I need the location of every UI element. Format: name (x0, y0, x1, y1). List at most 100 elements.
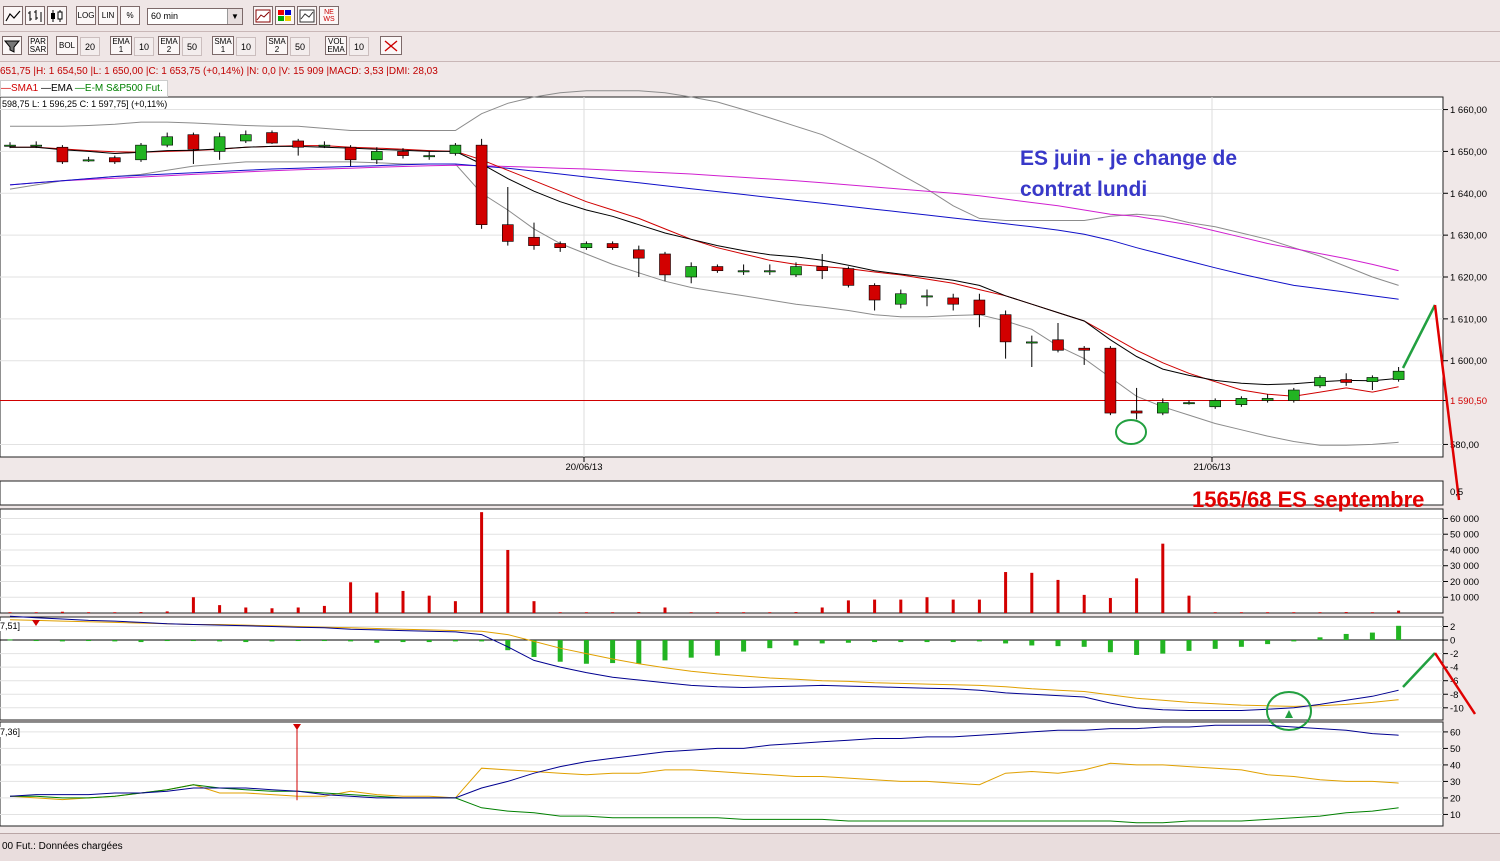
percent-button[interactable]: % (120, 6, 140, 25)
x-tick-label-1: 20/06/13 (566, 462, 603, 473)
compare-chart-icon[interactable] (297, 6, 317, 25)
candle-bull (1261, 398, 1274, 401)
sma1-period-field[interactable]: 10 (236, 37, 256, 56)
parsar-label: PAR SAR (29, 36, 47, 54)
macd-histogram-bar (688, 640, 694, 658)
bol-period-field[interactable]: 20 (80, 37, 100, 56)
volume-bar (611, 612, 615, 613)
candle-bear (292, 140, 305, 148)
macd-histogram-bar (1134, 640, 1140, 655)
volume-bar (165, 611, 169, 613)
macd-histogram-bar (714, 640, 720, 656)
sma1-button[interactable]: SMA 1 (212, 36, 234, 55)
macd-histogram-bar (531, 640, 537, 657)
parsar-button[interactable]: PAR SAR (28, 36, 48, 55)
ema1-period-field[interactable]: 10 (134, 37, 154, 56)
candle-bear (475, 144, 488, 225)
macd-histogram-bar (845, 640, 851, 643)
candle-bear (816, 266, 829, 272)
candle-bear (973, 299, 986, 315)
volume-bar (34, 612, 38, 613)
candlestick-icon[interactable] (47, 6, 67, 25)
ema2-button[interactable]: EMA 2 (158, 36, 180, 55)
dmi-axis-tick-label: 30 (1450, 777, 1461, 788)
candle-bull (161, 136, 173, 146)
news-icon[interactable]: NE WS (319, 6, 339, 25)
volume-bar (506, 549, 510, 613)
candle-bear (344, 146, 357, 161)
volume-bar (1344, 612, 1348, 613)
filter-icon[interactable] (2, 36, 22, 55)
volume-bar (1004, 572, 1008, 613)
legend-ema: EMA (51, 83, 73, 94)
candle-bull (1157, 402, 1169, 414)
lin-button[interactable]: LIN (98, 6, 118, 25)
color-palette-icon[interactable] (275, 6, 295, 25)
volume-bar (558, 612, 562, 613)
macd-histogram-bar (557, 640, 563, 662)
volume-bar (1318, 612, 1322, 613)
volume-bar (191, 597, 195, 613)
macd-histogram-bar (164, 640, 170, 642)
macd-histogram-bar (741, 640, 747, 652)
sma2-period-field[interactable]: 50 (290, 37, 310, 56)
volema-period-field[interactable]: 10 (349, 37, 369, 56)
sma1-period-value: 10 (240, 41, 251, 52)
candle-bear (501, 224, 514, 242)
chart-settings-icon[interactable] (253, 6, 273, 25)
candle-bull (1288, 389, 1300, 401)
candle-bull (1392, 370, 1405, 380)
legend-marker-sma: — (1, 83, 11, 94)
dmi-axis-tick-label: 60 (1450, 727, 1461, 738)
candle-bear (868, 285, 881, 301)
candle-bear (606, 243, 619, 248)
candle-bear (1340, 379, 1352, 383)
sma2-button[interactable]: SMA 2 (266, 36, 288, 55)
candle-bull (30, 144, 43, 147)
macd-histogram-bar (636, 640, 642, 664)
candle-bull (1026, 341, 1038, 344)
macd-histogram-bar (976, 640, 982, 642)
candle-bull (4, 144, 16, 147)
volume-bar (427, 595, 431, 613)
volume-bar (453, 601, 457, 613)
status-bar: 00 Fut.: Données chargées (0, 833, 1500, 861)
volume-bar (899, 599, 903, 613)
macd-histogram-bar (217, 640, 223, 642)
draw-tool-icon[interactable] (380, 36, 402, 55)
news-label: NE WS (323, 8, 335, 23)
volema-button[interactable]: VOL EMA (325, 36, 347, 55)
candle-bull (240, 134, 252, 142)
chevron-down-icon[interactable]: ▼ (227, 9, 242, 24)
volume-axis-tick-label: 10 000 (1450, 593, 1479, 604)
candle-bear (187, 134, 200, 150)
ema1-button[interactable]: EMA 1 (110, 36, 132, 55)
macd-histogram-bar (1029, 640, 1035, 646)
candle-bull (423, 155, 436, 158)
candle-bull (213, 136, 226, 152)
macd-histogram-bar (505, 640, 511, 651)
volume-bar (8, 612, 12, 613)
macd-histogram-bar (452, 640, 458, 642)
volume-bar (951, 599, 955, 613)
macd-histogram-bar (819, 640, 825, 644)
ema2-period-field[interactable]: 50 (182, 37, 202, 56)
bol-button[interactable]: BOL (56, 36, 78, 55)
macd-histogram-bar (269, 640, 275, 642)
macd-histogram-bar (950, 640, 956, 643)
price-info-bar: 651,75 |H: 1 654,50 |L: 1 650,00 |C: 1 6… (0, 66, 438, 77)
timeframe-select[interactable]: 60 min ▼ (147, 8, 243, 25)
macd-histogram-bar (1396, 625, 1402, 641)
macd-histogram-bar (1081, 640, 1087, 647)
volume-bar (1292, 612, 1296, 613)
bar-chart-icon[interactable] (25, 6, 45, 25)
volume-bar (1397, 610, 1401, 613)
ema2-label: EMA 2 (160, 36, 178, 54)
line-chart-icon[interactable] (3, 6, 23, 25)
timeframe-value: 60 min (151, 11, 179, 21)
macd-histogram-bar (1186, 640, 1192, 651)
macd-axis-tick-label: 0 (1450, 636, 1455, 647)
macd-histogram-bar (348, 640, 354, 642)
macd-histogram-bar (112, 640, 118, 642)
log-button[interactable]: LOG (76, 6, 96, 25)
